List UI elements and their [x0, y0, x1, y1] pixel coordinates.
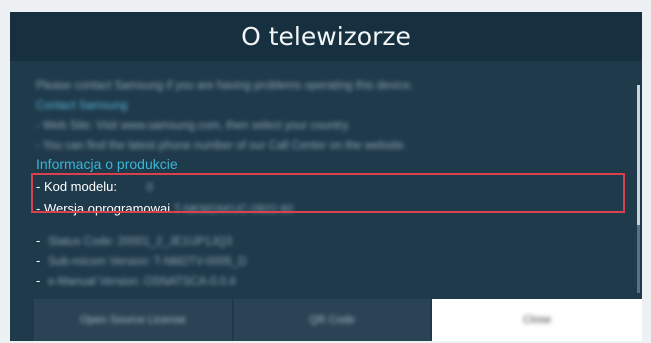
intro-text: Please contact Samsung if you are having… — [36, 80, 414, 92]
sub-micom-text: Sub-micom Version: T-NM2TV-0005_D — [47, 256, 247, 268]
scrollbar[interactable] — [637, 85, 640, 293]
product-info-heading: Informacja o produkcie — [36, 156, 178, 172]
close-label: Close — [522, 314, 552, 326]
dialog-title: O telewizorze — [10, 12, 642, 61]
qr-code-label: QR Code — [309, 314, 355, 326]
emanual-text: e-Manual Version: OSNATSCA-0.0.4 — [47, 276, 236, 288]
dash: - — [36, 253, 41, 268]
dialog-buttons: Open Source License QR Code Close — [10, 299, 642, 341]
emanual-row: - e-Manual Version: OSNATSCA-0.0.4 — [36, 273, 236, 288]
status-code-row: - Status Code: 20001_2_JE1UP1JQ3 — [36, 233, 232, 248]
status-code-text: Status Code: 20001_2_JE1UP1JQ3 — [47, 236, 233, 248]
web-site-text: - Web Site: Visit www.samsung.com, then … — [36, 120, 351, 132]
sub-micom-row: - Sub-micom Version: T-NM2TV-0005_D — [36, 253, 247, 268]
dash: - — [36, 233, 41, 248]
call-center-text: - You can find the latest phone number o… — [36, 140, 407, 152]
scrollbar-thumb[interactable] — [637, 85, 640, 225]
open-source-license-label: Open Source License — [80, 314, 186, 326]
highlight-frame — [31, 173, 625, 213]
close-button[interactable]: Close — [432, 299, 642, 341]
open-source-license-button[interactable]: Open Source License — [34, 299, 232, 341]
qr-code-button[interactable]: QR Code — [234, 299, 430, 341]
dash: - — [36, 273, 41, 288]
contact-heading: Contact Samsung — [36, 100, 128, 112]
about-tv-dialog: O telewizorze Please contact Samsung if … — [10, 12, 642, 341]
